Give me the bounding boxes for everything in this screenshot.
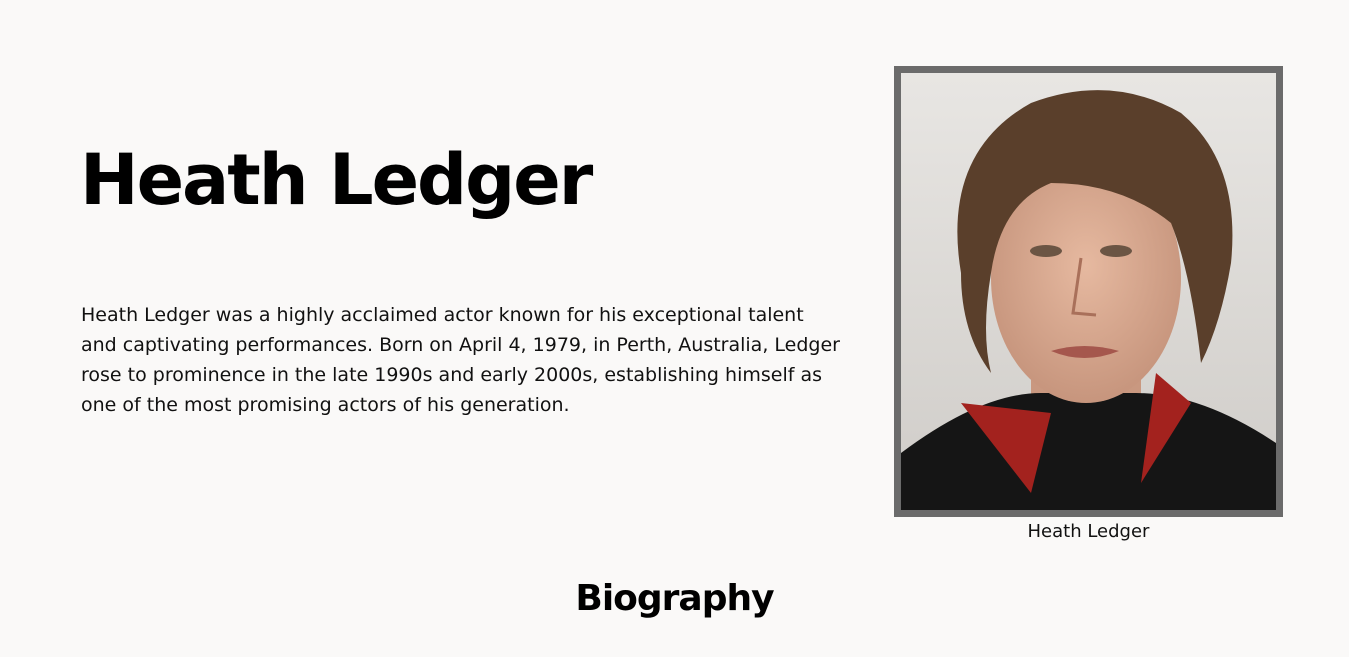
portrait-caption: Heath Ledger <box>1027 521 1150 542</box>
portrait-image <box>901 73 1276 510</box>
intro-paragraph: Heath Ledger was a highly acclaimed acto… <box>81 304 840 416</box>
biography-heading: Biography <box>575 578 774 619</box>
page: Heath Ledger Heath Ledger was a highly a… <box>0 0 1349 657</box>
page-title: Heath Ledger <box>80 139 593 221</box>
portrait-figure: Heath Ledger <box>894 66 1283 542</box>
portrait-photo <box>894 66 1283 517</box>
